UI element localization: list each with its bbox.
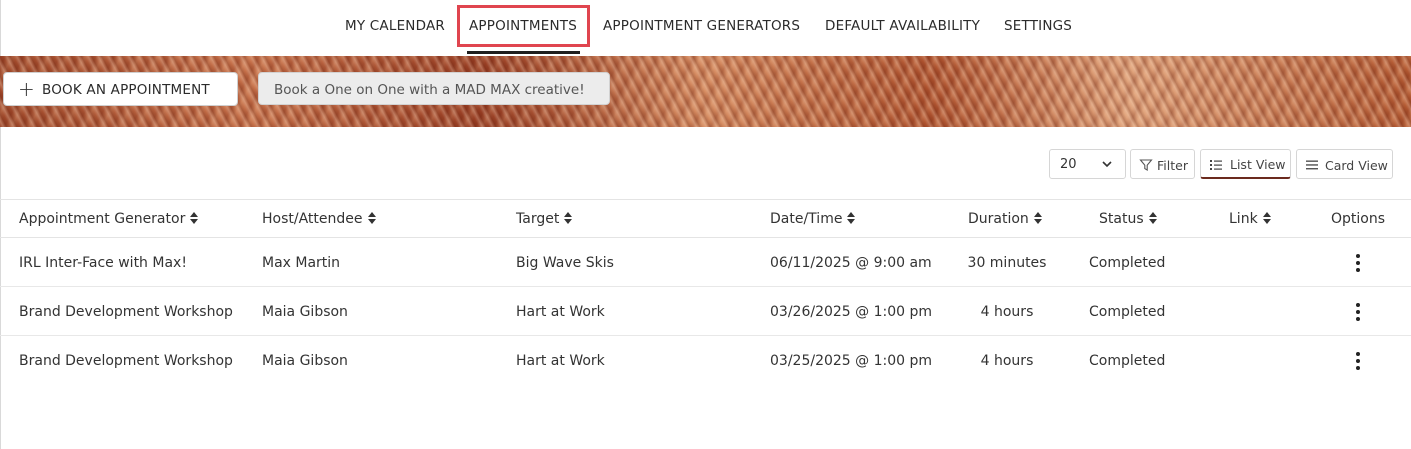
column-header-label: Link [1229, 211, 1258, 227]
sort-icon [190, 212, 199, 224]
column-header-label: Host/Attendee [262, 211, 363, 227]
more-options-icon[interactable] [1352, 351, 1364, 371]
cell-host: Maia Gibson [262, 304, 348, 320]
tab-my-calendar[interactable]: MY CALENDAR [345, 18, 445, 34]
sort-icon [1033, 212, 1042, 224]
column-header-label: Status [1099, 211, 1144, 227]
cell-status: Completed [1089, 255, 1166, 271]
cell-datetime: 03/25/2025 @ 1:00 pm [770, 353, 933, 369]
table-header: Appointment Generator Host/Attendee Targ… [0, 199, 1411, 238]
cell-generator: IRL Inter-Face with Max! [19, 255, 187, 271]
column-header-host[interactable]: Host/Attendee [262, 211, 376, 227]
table-row[interactable]: Brand Development Workshop Maia Gibson H… [0, 336, 1411, 385]
filter-icon [1139, 159, 1153, 171]
active-tab-underline [467, 51, 580, 54]
cell-datetime: 06/11/2025 @ 9:00 am [770, 255, 932, 271]
cell-status: Completed [1089, 353, 1166, 369]
cell-duration: 4 hours [980, 353, 1034, 369]
sort-icon [367, 212, 376, 224]
table-row[interactable]: Brand Development Workshop Maia Gibson H… [0, 287, 1411, 336]
book-appointment-label: BOOK AN APPOINTMENT [42, 82, 210, 98]
page-size-value: 20 [1060, 157, 1077, 172]
card-view-button[interactable]: Card View [1296, 149, 1393, 179]
filter-label: Filter [1157, 158, 1188, 173]
column-header-label: Target [516, 211, 560, 227]
cell-target: Hart at Work [516, 353, 605, 369]
column-header-label: Appointment Generator [19, 211, 186, 227]
column-header-duration[interactable]: Duration [968, 211, 1042, 227]
plus-icon: + [18, 77, 35, 101]
sort-icon [564, 212, 573, 224]
promo-label: Book a One on One with a MAD MAX creativ… [274, 82, 585, 98]
book-appointment-button[interactable]: + BOOK AN APPOINTMENT [3, 72, 238, 106]
cell-generator: Brand Development Workshop [19, 304, 233, 320]
column-header-target[interactable]: Target [516, 211, 573, 227]
column-header-label: Date/Time [770, 211, 843, 227]
column-header-datetime[interactable]: Date/Time [770, 211, 856, 227]
cell-datetime: 03/26/2025 @ 1:00 pm [770, 304, 933, 320]
tab-appointment-generators[interactable]: APPOINTMENT GENERATORS [603, 18, 800, 34]
table-row[interactable]: IRL Inter-Face with Max! Max Martin Big … [0, 238, 1411, 287]
filter-button[interactable]: Filter [1130, 149, 1195, 179]
top-navigation: MY CALENDAR APPOINTMENTS APPOINTMENT GEN… [0, 0, 1411, 56]
more-options-icon[interactable] [1352, 253, 1364, 273]
chevron-down-icon [1102, 161, 1112, 168]
more-options-icon[interactable] [1352, 302, 1364, 322]
sort-icon [1148, 212, 1157, 224]
list-view-label: List View [1230, 157, 1286, 172]
cell-target: Hart at Work [516, 304, 605, 320]
promo-one-on-one-button[interactable]: Book a One on One with a MAD MAX creativ… [258, 72, 610, 105]
tab-settings[interactable]: SETTINGS [1004, 18, 1072, 34]
column-header-generator[interactable]: Appointment Generator [19, 211, 199, 227]
card-view-label: Card View [1325, 158, 1388, 173]
column-header-options: Options [1331, 211, 1386, 227]
cell-duration: 30 minutes [967, 255, 1047, 271]
cell-host: Maia Gibson [262, 353, 348, 369]
cell-host: Max Martin [262, 255, 341, 271]
cell-status: Completed [1089, 304, 1166, 320]
column-header-link[interactable]: Link [1229, 211, 1271, 227]
list-icon [1210, 160, 1222, 170]
cell-target: Big Wave Skis [516, 255, 614, 271]
page-size-select[interactable]: 20 [1049, 149, 1126, 179]
menu-lines-icon [1306, 160, 1318, 170]
tab-default-availability[interactable]: DEFAULT AVAILABILITY [825, 18, 980, 34]
sort-icon [847, 212, 856, 224]
list-view-button[interactable]: List View [1200, 149, 1291, 179]
column-header-status[interactable]: Status [1099, 211, 1157, 227]
highlight-box [457, 5, 590, 47]
cell-generator: Brand Development Workshop [19, 353, 233, 369]
column-header-label: Duration [968, 211, 1029, 227]
sort-icon [1262, 212, 1271, 224]
cell-duration: 4 hours [980, 304, 1034, 320]
